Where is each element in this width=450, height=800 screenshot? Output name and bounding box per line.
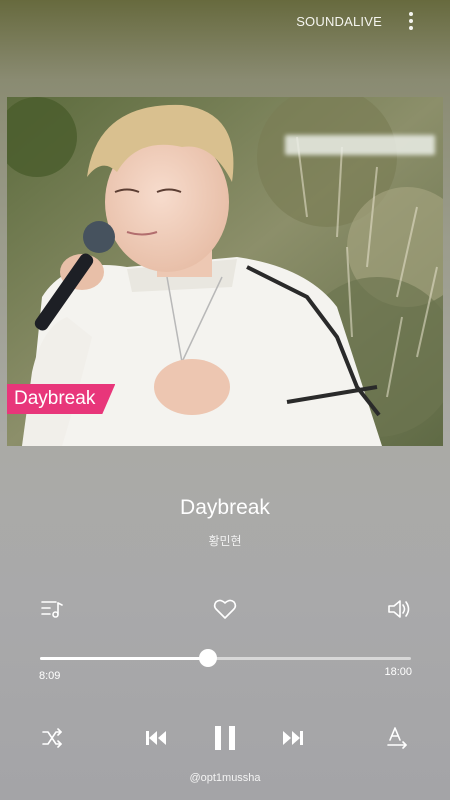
seek-thumb[interactable] bbox=[199, 649, 218, 667]
more-vertical-icon[interactable] bbox=[404, 12, 418, 32]
pause-icon[interactable] bbox=[212, 723, 238, 753]
top-bar: SOUNDALIVE bbox=[0, 0, 450, 44]
current-time: 8:09 bbox=[39, 670, 61, 682]
brand-label[interactable]: SOUNDALIVE bbox=[296, 14, 382, 29]
seek-bar[interactable] bbox=[40, 649, 411, 667]
volume-icon[interactable] bbox=[386, 598, 412, 620]
video-frame[interactable]: Daybreak bbox=[7, 97, 443, 446]
seek-progress bbox=[40, 657, 209, 660]
track-artist[interactable]: 황민현 bbox=[0, 532, 450, 549]
skip-next-icon[interactable] bbox=[281, 727, 305, 749]
heart-outline-icon[interactable] bbox=[213, 598, 237, 620]
text-size-icon[interactable] bbox=[386, 726, 410, 750]
watermark-handle: @opt1mussha bbox=[189, 772, 261, 784]
total-time: 18:00 bbox=[384, 666, 412, 678]
song-badge: Daybreak bbox=[7, 384, 116, 414]
blurred-caption bbox=[285, 135, 435, 155]
playlist-music-icon[interactable] bbox=[40, 598, 64, 620]
shuffle-icon[interactable] bbox=[41, 728, 63, 748]
track-title: Daybreak bbox=[180, 496, 270, 519]
skip-previous-icon[interactable] bbox=[144, 727, 168, 749]
